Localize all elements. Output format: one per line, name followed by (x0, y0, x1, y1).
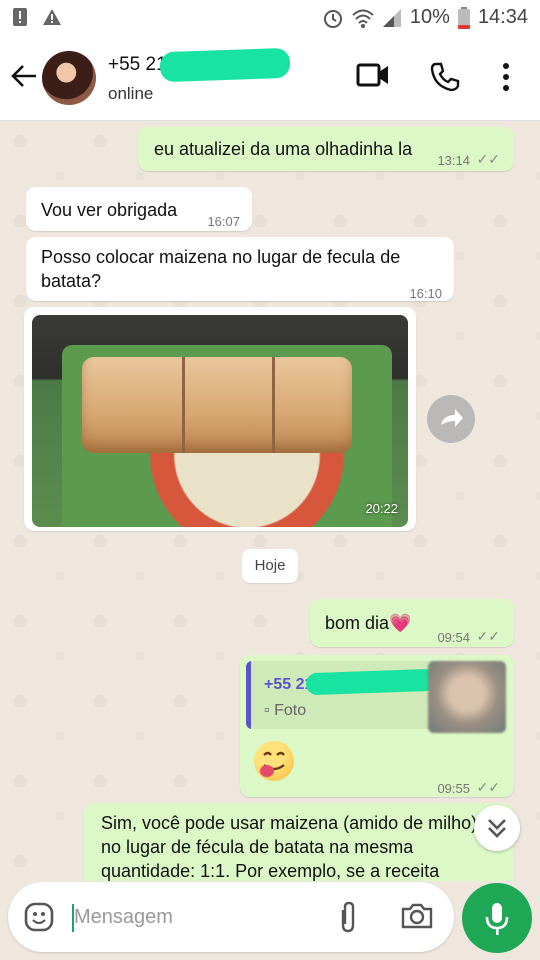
message-incoming[interactable]: Vou ver obrigada 16:07 (26, 187, 252, 231)
redaction-mark (305, 668, 437, 696)
clock: 14:34 (477, 6, 528, 28)
notification-icon (13, 8, 27, 26)
wifi-icon (352, 9, 374, 28)
signal-icon (382, 8, 401, 27)
contact-name[interactable]: +55 21 (108, 54, 167, 76)
message-time: 09:54 (437, 630, 470, 645)
battery-percent: 10% (409, 6, 450, 28)
message-incoming[interactable]: Sim, você pode usar maizena (amido de mi… (84, 803, 514, 881)
camera-icon[interactable] (400, 902, 434, 930)
message-time: 16:10 (409, 286, 442, 301)
quoted-type-label: Foto (274, 702, 307, 719)
chat-area[interactable]: eu atualizei da uma olhadinha la 13:14 ✓… (0, 121, 540, 881)
message-placeholder: Mensagem (74, 906, 173, 928)
message-text: bom dia💗 (325, 613, 412, 633)
date-separator: Hoje (242, 549, 298, 583)
message-time: 13:14 (437, 153, 470, 168)
message-time: 20:22 (365, 501, 398, 516)
scroll-to-bottom-button[interactable] (474, 805, 520, 851)
message-incoming[interactable]: Posso colocar maizena no lugar de fecula… (26, 237, 454, 301)
video-call-icon[interactable] (356, 62, 390, 88)
status-bar: 10% 14:34 (0, 0, 540, 36)
voice-record-button[interactable] (462, 883, 532, 953)
quoted-thumbnail (428, 661, 506, 733)
attach-icon[interactable] (338, 900, 358, 934)
bread-shape (82, 357, 352, 453)
read-receipt-icon: ✓✓ (476, 628, 500, 644)
mic-icon (485, 903, 509, 935)
read-receipt-icon: ✓✓ (476, 151, 500, 167)
quoted-type: ▫ Foto (264, 699, 306, 723)
chat-header: +55 21 online (0, 36, 540, 121)
voice-call-icon[interactable] (430, 62, 460, 92)
forward-button[interactable] (427, 395, 475, 443)
yum-emoji (254, 741, 294, 781)
message-outgoing[interactable]: bom dia💗 09:54 ✓✓ (310, 599, 514, 647)
bread-cut-line (182, 357, 185, 453)
message-text: Sim, você pode usar maizena (amido de mi… (101, 813, 478, 881)
message-reply[interactable]: +55 21 ▫ Foto 😋 09:55 ✓✓ (240, 655, 514, 797)
message-time: 09:55 (437, 781, 470, 796)
battery-icon (457, 6, 470, 29)
contact-status: online (108, 84, 154, 103)
chevron-down-icon (488, 819, 506, 838)
alarm-icon (323, 9, 342, 28)
emoji-icon[interactable] (24, 902, 54, 932)
more-options-icon[interactable] (500, 62, 512, 92)
composer: Mensagem (0, 881, 540, 960)
quote-bar (246, 661, 251, 729)
forward-icon (441, 409, 463, 427)
avatar[interactable] (42, 51, 96, 105)
message-outgoing[interactable]: eu atualizei da uma olhadinha la 13:14 ✓… (138, 127, 514, 171)
message-text: eu atualizei da uma olhadinha la (154, 139, 413, 159)
message-time: 16:07 (207, 214, 240, 229)
read-receipt-icon: ✓✓ (476, 779, 500, 795)
redaction-mark (159, 47, 291, 83)
photo-icon: ▫ (264, 702, 270, 719)
warning-icon (43, 9, 61, 25)
message-text: Vou ver obrigada (41, 200, 178, 220)
bread-cut-line (272, 357, 275, 453)
message-input[interactable]: Mensagem (8, 882, 454, 952)
photo[interactable]: 20:22 (32, 315, 408, 527)
back-arrow-icon[interactable] (10, 62, 38, 90)
message-image[interactable]: 20:22 (24, 307, 416, 531)
message-text: Posso colocar maizena no lugar de fecula… (41, 247, 401, 291)
